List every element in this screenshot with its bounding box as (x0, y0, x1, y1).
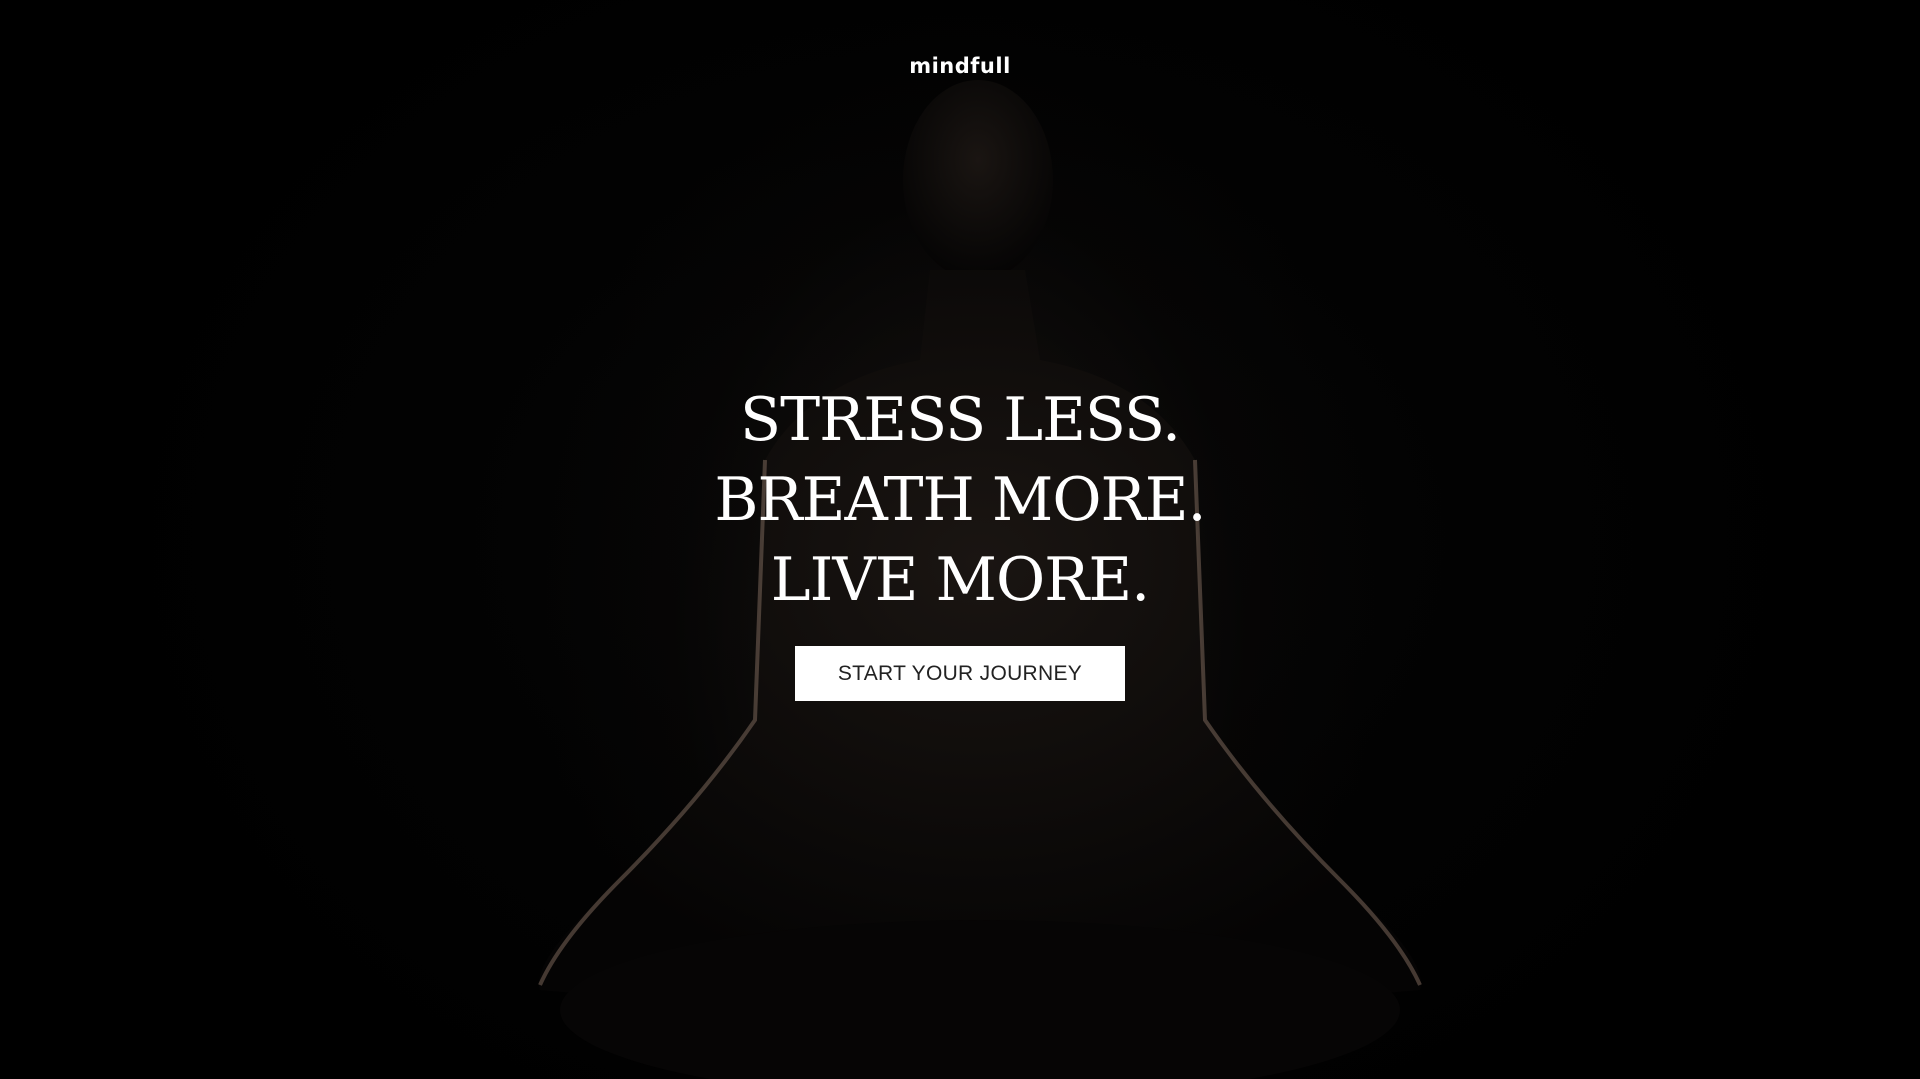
start-journey-button[interactable]: START YOUR JOURNEY (795, 646, 1125, 701)
hero-headline: STRESS LESS. BREATH MORE. LIVE MORE. (0, 380, 1920, 620)
headline-line-1: STRESS LESS. (739, 385, 1181, 455)
headline-line-2: BREATH MORE. (714, 465, 1206, 535)
headline-line-3: LIVE MORE. (770, 545, 1150, 615)
hero-section: mindfull STRESS LESS. BREATH MORE. LIVE … (0, 0, 1920, 1079)
brand-logo[interactable]: mindfull (0, 54, 1920, 78)
